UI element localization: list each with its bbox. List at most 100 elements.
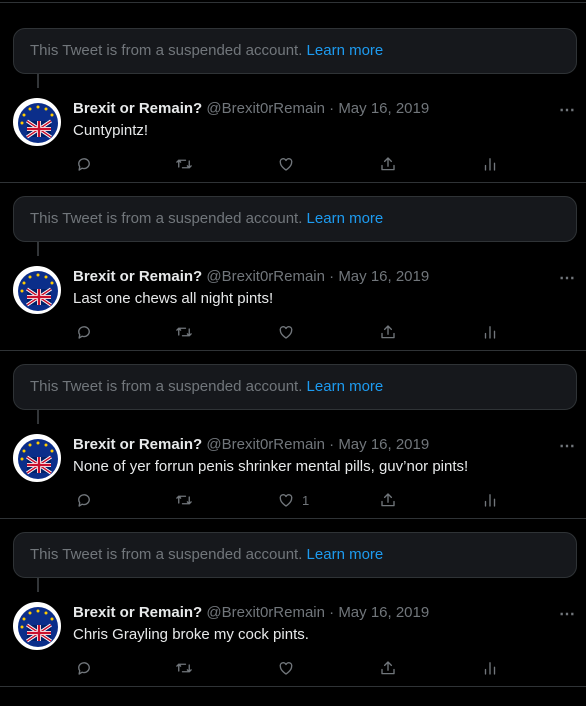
tweet-actions: [73, 154, 513, 174]
tweet-text: Last one chews all night pints!: [73, 290, 274, 307]
like-icon: [279, 326, 293, 339]
avatar[interactable]: [13, 266, 61, 314]
suspended-notice-text: This Tweet is from a suspended account.: [30, 378, 303, 395]
retweet-button[interactable]: [175, 322, 193, 342]
like-icon: [279, 158, 293, 171]
more-icon[interactable]: ⋯: [559, 436, 576, 456]
tweet-header: Brexit or Remain? @Brexit0rRemain · May …: [73, 100, 429, 117]
separator-dot: ·: [329, 436, 335, 453]
share-icon: [381, 157, 395, 171]
user-handle[interactable]: @Brexit0rRemain: [206, 604, 325, 621]
more-icon[interactable]: ⋯: [559, 268, 576, 288]
tweet-group: This Tweet is from a suspended account. …: [0, 183, 586, 351]
retweet-button[interactable]: [175, 490, 193, 510]
tweet-date[interactable]: May 16, 2019: [338, 100, 429, 117]
analytics-button[interactable]: [481, 658, 499, 678]
separator-dot: ·: [329, 100, 335, 117]
suspended-notice: This Tweet is from a suspended account. …: [13, 532, 577, 578]
like-icon: [279, 494, 293, 507]
reply-icon: [78, 158, 90, 171]
like-icon: [279, 662, 293, 675]
group-divider: [0, 686, 586, 687]
avatar[interactable]: [13, 434, 61, 482]
display-name[interactable]: Brexit or Remain?: [73, 268, 202, 285]
like-button[interactable]: [277, 322, 302, 342]
display-name[interactable]: Brexit or Remain?: [73, 100, 202, 117]
suspended-notice: This Tweet is from a suspended account. …: [13, 196, 577, 242]
analytics-icon: [484, 326, 496, 339]
retweet-button[interactable]: [175, 154, 193, 174]
suspended-notice-text: This Tweet is from a suspended account.: [30, 42, 303, 59]
avatar[interactable]: [13, 98, 61, 146]
retweet-icon: [176, 159, 192, 169]
learn-more-link[interactable]: Learn more: [307, 210, 384, 227]
suspended-notice-text: This Tweet is from a suspended account.: [30, 210, 303, 227]
tweet[interactable]: Brexit or Remain? @Brexit0rRemain · May …: [0, 424, 586, 518]
like-button[interactable]: [277, 658, 302, 678]
share-button[interactable]: [379, 322, 397, 342]
learn-more-link[interactable]: Learn more: [307, 546, 384, 563]
reply-button[interactable]: [75, 154, 93, 174]
avatar[interactable]: [13, 602, 61, 650]
tweet-date[interactable]: May 16, 2019: [338, 268, 429, 285]
like-button[interactable]: 1: [277, 490, 309, 510]
share-icon: [381, 661, 395, 675]
user-handle[interactable]: @Brexit0rRemain: [206, 100, 325, 117]
like-count: 1: [302, 492, 310, 508]
thread-connector: [37, 74, 39, 88]
tweet-actions: [73, 322, 513, 342]
tweet-text: Chris Grayling broke my cock pints.: [73, 626, 309, 643]
share-icon: [381, 325, 395, 339]
tweet-group: This Tweet is from a suspended account. …: [0, 519, 586, 687]
reply-button[interactable]: [75, 322, 93, 342]
tweet-group: This Tweet is from a suspended account. …: [0, 15, 586, 183]
tweet[interactable]: Brexit or Remain? @Brexit0rRemain · May …: [0, 592, 586, 686]
like-button[interactable]: [277, 154, 302, 174]
tweet-header: Brexit or Remain? @Brexit0rRemain · May …: [73, 604, 429, 621]
tweet[interactable]: Brexit or Remain? @Brexit0rRemain · May …: [0, 88, 586, 182]
tweet-actions: 1: [73, 490, 513, 510]
separator-dot: ·: [329, 604, 335, 621]
tweet-text: Cuntypintz!: [73, 122, 149, 139]
suspended-notice-text: This Tweet is from a suspended account.: [30, 546, 303, 563]
retweet-button[interactable]: [175, 658, 193, 678]
more-icon[interactable]: ⋯: [559, 100, 576, 120]
reply-button[interactable]: [75, 490, 93, 510]
reply-icon: [78, 662, 90, 675]
tweet-date[interactable]: May 16, 2019: [338, 604, 429, 621]
user-handle[interactable]: @Brexit0rRemain: [206, 436, 325, 453]
tweet[interactable]: Brexit or Remain? @Brexit0rRemain · May …: [0, 256, 586, 350]
analytics-button[interactable]: [481, 154, 499, 174]
analytics-button[interactable]: [481, 322, 499, 342]
learn-more-link[interactable]: Learn more: [307, 378, 384, 395]
retweet-icon: [176, 663, 192, 673]
suspended-notice: This Tweet is from a suspended account. …: [13, 28, 577, 74]
thread-connector: [37, 410, 39, 424]
suspended-notice: This Tweet is from a suspended account. …: [13, 364, 577, 410]
thread-connector: [37, 242, 39, 256]
thread-connector: [37, 578, 39, 592]
display-name[interactable]: Brexit or Remain?: [73, 604, 202, 621]
share-button[interactable]: [379, 154, 397, 174]
analytics-icon: [484, 662, 496, 675]
top-divider: [0, 2, 586, 3]
separator-dot: ·: [329, 268, 335, 285]
reply-icon: [78, 494, 90, 507]
user-handle[interactable]: @Brexit0rRemain: [206, 268, 325, 285]
display-name[interactable]: Brexit or Remain?: [73, 436, 202, 453]
analytics-icon: [484, 158, 496, 171]
tweet-header: Brexit or Remain? @Brexit0rRemain · May …: [73, 436, 429, 453]
reply-icon: [78, 326, 90, 339]
analytics-button[interactable]: [481, 490, 499, 510]
tweet-actions: [73, 658, 513, 678]
tweet-text: None of yer forrun penis shrinker mental…: [73, 458, 469, 475]
more-icon[interactable]: ⋯: [559, 604, 576, 624]
share-icon: [381, 493, 395, 507]
tweet-date[interactable]: May 16, 2019: [338, 436, 429, 453]
share-button[interactable]: [379, 490, 397, 510]
analytics-icon: [484, 494, 496, 507]
learn-more-link[interactable]: Learn more: [307, 42, 384, 59]
share-button[interactable]: [379, 658, 397, 678]
reply-button[interactable]: [75, 658, 93, 678]
retweet-icon: [176, 327, 192, 337]
